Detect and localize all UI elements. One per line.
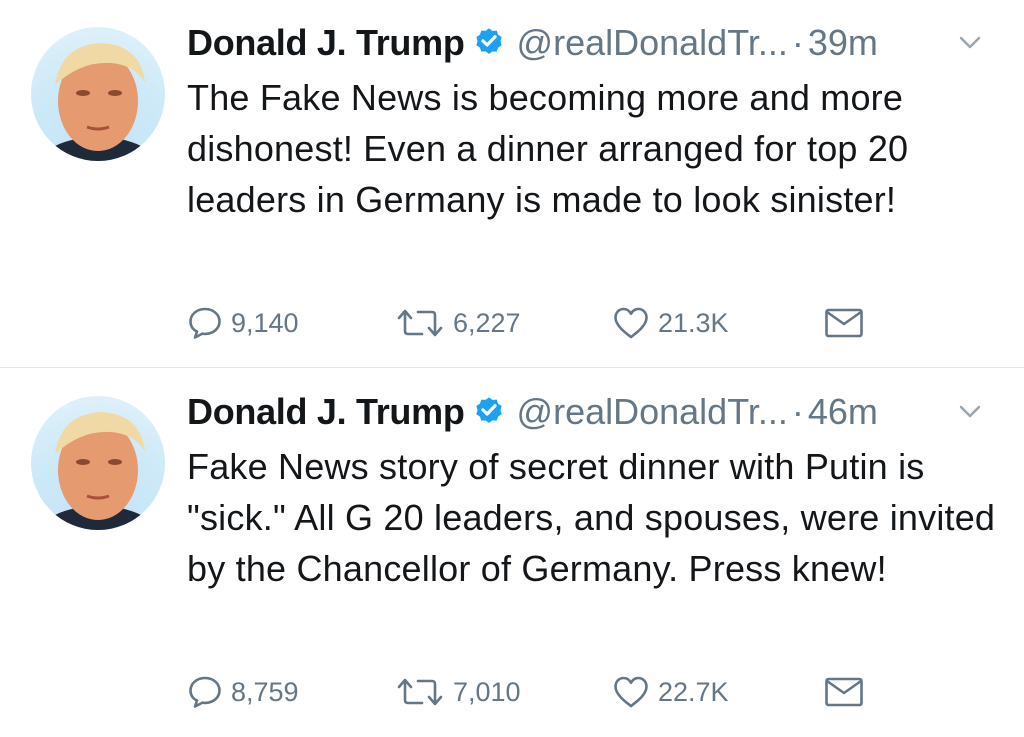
like-count: 22.7K <box>658 676 729 707</box>
tweet[interactable]: Donald J. Trump @realDonaldTr... · 46m Fak… <box>0 369 1024 737</box>
avatar[interactable] <box>31 396 165 530</box>
retweet-button[interactable]: 6,227 <box>395 305 521 341</box>
chevron-down-icon[interactable] <box>959 405 981 419</box>
tweet-header: Donald J. Trump @realDonaldTr... · 46m <box>187 391 1007 437</box>
separator-dot: · <box>791 22 804 63</box>
tweet-time[interactable]: 39m <box>808 22 878 63</box>
reply-count: 8,759 <box>231 676 299 707</box>
envelope-icon <box>825 308 863 338</box>
reply-count: 9,140 <box>231 307 299 338</box>
like-count: 21.3K <box>658 307 729 338</box>
envelope-icon <box>825 677 863 707</box>
reply-button[interactable]: 8,759 <box>187 674 299 710</box>
retweet-count: 7,010 <box>453 676 521 707</box>
separator-dot: · <box>791 391 804 432</box>
like-button[interactable]: 22.7K <box>612 674 729 710</box>
retweet-count: 6,227 <box>453 307 521 338</box>
reply-icon <box>189 307 221 339</box>
author-handle[interactable]: @realDonaldTr... <box>517 22 788 63</box>
tweet-text: The Fake News is becoming more and more … <box>187 77 909 220</box>
avatar[interactable] <box>31 27 165 161</box>
tweet-actions: 9,140 6,227 21.3K <box>187 305 887 341</box>
avatar-portrait-image <box>39 43 157 161</box>
reply-icon <box>189 676 221 708</box>
tweet-header: Donald J. Trump @realDonaldTr... · 39m <box>187 22 1007 68</box>
direct-message-button[interactable] <box>824 674 864 710</box>
verified-badge-icon <box>475 28 502 54</box>
tweet[interactable]: Donald J. Trump @realDonaldTr... · 39m The… <box>0 0 1024 368</box>
author-name[interactable]: Donald J. Trump <box>187 391 465 432</box>
heart-icon <box>614 307 648 339</box>
like-button[interactable]: 21.3K <box>612 305 729 341</box>
reply-button[interactable]: 9,140 <box>187 305 299 341</box>
tweet-divider <box>0 367 1024 368</box>
tweet-text: Fake News story of secret dinner with Pu… <box>187 446 996 589</box>
direct-message-button[interactable] <box>824 305 864 341</box>
author-handle[interactable]: @realDonaldTr... <box>517 391 788 432</box>
author-name[interactable]: Donald J. Trump <box>187 22 465 63</box>
retweet-icon <box>397 309 443 337</box>
retweet-icon <box>397 678 443 706</box>
avatar-portrait-image <box>39 412 157 530</box>
heart-icon <box>614 676 648 708</box>
tweet-time[interactable]: 46m <box>808 391 878 432</box>
chevron-down-icon[interactable] <box>959 36 981 50</box>
retweet-button[interactable]: 7,010 <box>395 674 521 710</box>
verified-badge-icon <box>475 397 502 423</box>
tweet-actions: 8,759 7,010 22.7K <box>187 674 887 710</box>
